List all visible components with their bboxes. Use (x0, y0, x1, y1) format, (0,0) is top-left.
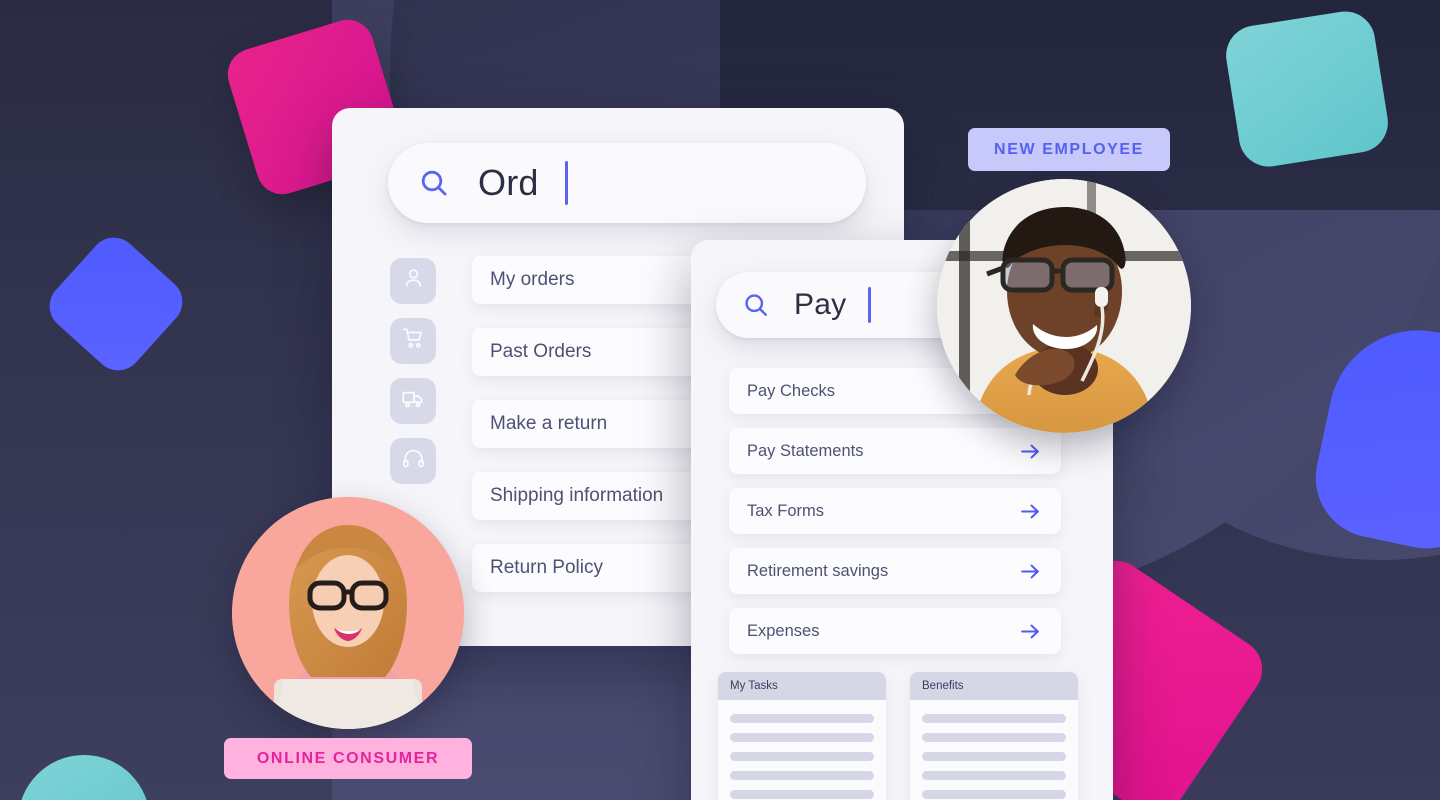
rail-item-account[interactable] (390, 258, 436, 304)
scene: Ord My orders Past Orders Make a return … (0, 0, 1440, 800)
status-badge: ONLINE CONSUMER (224, 738, 472, 779)
skeleton-line (922, 771, 1066, 780)
list-item-label: Pay Checks (747, 381, 836, 400)
widget-title: My Tasks (718, 672, 886, 700)
person-icon (401, 266, 426, 296)
widget-card[interactable]: My Tasks (718, 672, 886, 800)
widget-skeleton (718, 700, 886, 799)
rail-item-support[interactable] (390, 438, 436, 484)
skeleton-line (922, 752, 1066, 761)
skeleton-line (922, 790, 1066, 799)
arrow-right-icon (1018, 499, 1043, 524)
employee-search-cursor (868, 287, 872, 323)
avatar (937, 179, 1191, 433)
widget-title: Benefits (910, 672, 1078, 700)
search-icon (742, 291, 770, 319)
list-item-label: Pay Statements (747, 441, 864, 460)
arrow-right-icon (1018, 619, 1043, 644)
skeleton-line (730, 733, 874, 742)
consumer-search-bar[interactable]: Ord (388, 143, 866, 223)
arrow-right-icon (1018, 559, 1043, 584)
skeleton-line (730, 790, 874, 799)
list-item[interactable]: Retirement savings (729, 548, 1061, 594)
employee-photo (937, 179, 1191, 433)
consumer-search-cursor (564, 161, 568, 205)
list-item[interactable]: Tax Forms (729, 488, 1061, 534)
skeleton-line (922, 714, 1066, 723)
skeleton-line (730, 714, 874, 723)
list-item[interactable]: Expenses (729, 608, 1061, 654)
arrow-right-icon (1018, 439, 1043, 464)
list-item-label: Retirement savings (747, 561, 889, 580)
list-item-label: Tax Forms (747, 501, 825, 520)
avatar (232, 497, 464, 729)
list-item[interactable]: Pay Statements (729, 428, 1061, 474)
delivery-truck-icon (401, 386, 426, 416)
search-icon (418, 167, 450, 199)
rail-item-cart[interactable] (390, 318, 436, 364)
consumer-icon-rail (390, 258, 436, 484)
skeleton-line (730, 771, 874, 780)
skeleton-line (922, 733, 1066, 742)
decor-teal-square-top-right (1221, 7, 1393, 171)
shopping-cart-icon (401, 326, 426, 356)
list-item-label: Expenses (747, 621, 820, 640)
consumer-photo (232, 497, 464, 729)
employee-search-value: Pay (794, 288, 847, 321)
rail-item-shipping[interactable] (390, 378, 436, 424)
consumer-search-value: Ord (478, 162, 539, 203)
widget-card[interactable]: Benefits (910, 672, 1078, 800)
status-badge: NEW EMPLOYEE (968, 128, 1170, 171)
skeleton-line (730, 752, 874, 761)
widget-skeleton (910, 700, 1078, 799)
employee-widgets: My Tasks Benefits (718, 672, 1078, 800)
headphones-icon (401, 446, 426, 476)
